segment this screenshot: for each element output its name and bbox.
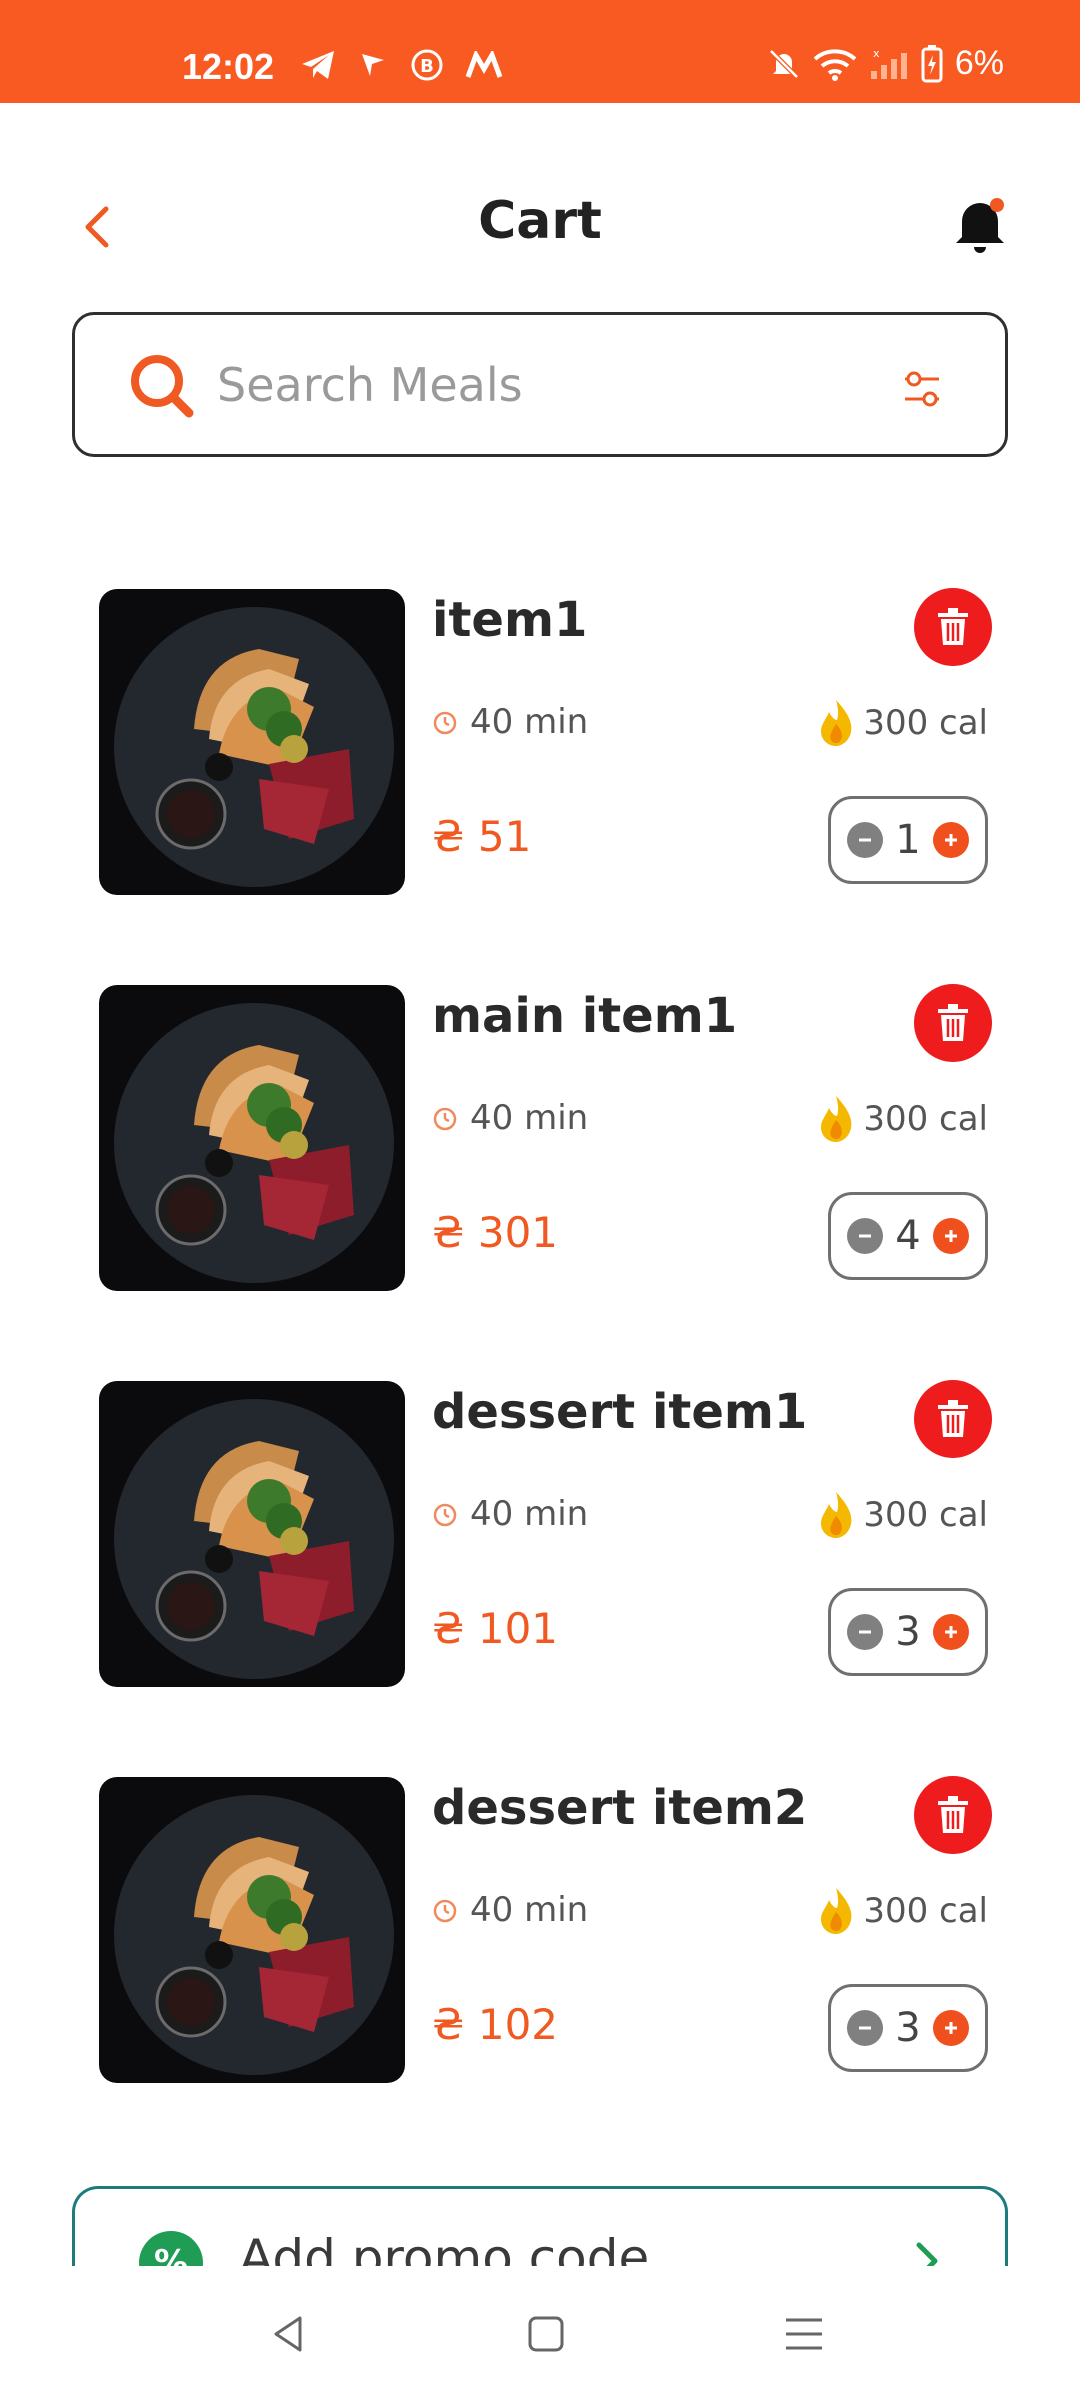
prep-time: 40 min — [432, 702, 588, 742]
prep-time: 40 min — [432, 1098, 588, 1138]
nav-home-icon[interactable] — [524, 2312, 568, 2356]
cart-item[interactable]: dessert item2 40 min 300 cal ₴ 102 3 — [0, 1768, 1080, 2164]
timer-icon — [433, 1899, 457, 1923]
delete-button[interactable] — [914, 588, 992, 666]
svg-text:B: B — [420, 56, 434, 77]
trash-icon — [938, 608, 968, 645]
signal-icon: x — [870, 47, 907, 79]
calories-text: 300 cal — [863, 703, 988, 743]
timer-icon — [433, 1107, 457, 1131]
food-image — [99, 589, 405, 895]
item-name: main item1 — [432, 988, 738, 1044]
delete-button[interactable] — [914, 1380, 992, 1458]
flame-icon — [821, 1492, 852, 1538]
trash-icon — [938, 1400, 968, 1437]
plus-icon[interactable] — [933, 822, 969, 858]
item-price: ₴ 102 — [432, 2000, 559, 2049]
calories: 300 cal — [817, 1094, 988, 1144]
food-image — [99, 1777, 405, 2083]
calories-text: 300 cal — [863, 1099, 988, 1139]
quantity-value: 3 — [895, 2005, 921, 2051]
flame-icon — [821, 1096, 852, 1142]
cart-list: item1 40 min 300 cal ₴ 51 1 main item1 4… — [0, 580, 1080, 2164]
quantity-value: 1 — [895, 817, 921, 863]
search-icon — [131, 355, 194, 418]
flame-icon — [821, 1888, 852, 1934]
item-price: ₴ 101 — [432, 1604, 559, 1653]
status-time: 12:02 — [182, 46, 275, 87]
calories: 300 cal — [817, 698, 988, 748]
cart-item[interactable]: main item1 40 min 300 cal ₴ 301 4 — [0, 976, 1080, 1372]
search-input[interactable] — [217, 345, 917, 425]
header: Cart — [0, 103, 1080, 303]
plus-icon[interactable] — [933, 1218, 969, 1254]
cart-item[interactable]: item1 40 min 300 cal ₴ 51 1 — [0, 580, 1080, 976]
plus-icon[interactable] — [933, 1614, 969, 1650]
battery-percentage: 6% — [954, 44, 1004, 82]
plus-icon[interactable] — [933, 2010, 969, 2046]
page-title: Cart — [478, 191, 602, 251]
prep-time: 40 min — [432, 1494, 588, 1534]
quantity-stepper: 3 — [828, 1984, 988, 2072]
calories: 300 cal — [817, 1886, 988, 1936]
minus-icon[interactable] — [847, 2010, 883, 2046]
quantity-stepper: 3 — [828, 1588, 988, 1676]
delete-button[interactable] — [914, 1776, 992, 1854]
minus-icon[interactable] — [847, 1614, 883, 1650]
timer-icon — [433, 711, 457, 735]
item-name: item1 — [432, 592, 588, 648]
quantity-stepper: 4 — [828, 1192, 988, 1280]
prep-time: 40 min — [432, 1890, 588, 1930]
food-image — [99, 985, 405, 1291]
prep-time-text: 40 min — [470, 1098, 589, 1138]
m-app-icon — [466, 51, 502, 78]
bell-icon[interactable] — [952, 193, 1008, 255]
filter-icon[interactable] — [901, 369, 943, 409]
bybit-icon: B — [411, 49, 443, 81]
item-price: ₴ 301 — [432, 1208, 559, 1257]
item-name: dessert item1 — [432, 1384, 808, 1440]
battery-icon — [921, 44, 943, 82]
trash-icon — [938, 1004, 968, 1041]
minus-icon[interactable] — [847, 1218, 883, 1254]
calories-text: 300 cal — [863, 1495, 988, 1535]
status-bar: 12:02 B x 6% — [0, 0, 1080, 103]
minus-icon[interactable] — [847, 822, 883, 858]
nav-menu-icon[interactable] — [782, 2312, 826, 2356]
status-system-icons: x 6% — [767, 44, 1004, 83]
flame-icon — [821, 700, 852, 746]
svg-text:x: x — [873, 47, 880, 60]
nav-back-icon[interactable] — [266, 2312, 310, 2356]
system-nav-bar — [0, 2266, 1080, 2400]
quantity-value: 3 — [895, 1609, 921, 1655]
cart-item[interactable]: dessert item1 40 min 300 cal ₴ 101 3 — [0, 1372, 1080, 1768]
search-bar[interactable] — [72, 312, 1008, 457]
wifi-icon — [813, 48, 857, 81]
bell-muted-icon — [769, 48, 799, 79]
timer-icon — [433, 1503, 457, 1527]
calories: 300 cal — [817, 1490, 988, 1540]
status-notifications: B — [300, 48, 502, 82]
delete-button[interactable] — [914, 984, 992, 1062]
prep-time-text: 40 min — [470, 702, 589, 742]
quantity-value: 4 — [895, 1213, 921, 1259]
app-notification-icon — [362, 54, 384, 76]
item-name: dessert item2 — [432, 1780, 808, 1836]
telegram-icon — [302, 51, 334, 79]
prep-time-text: 40 min — [470, 1890, 589, 1930]
quantity-stepper: 1 — [828, 796, 988, 884]
prep-time-text: 40 min — [470, 1494, 589, 1534]
trash-icon — [938, 1796, 968, 1833]
item-price: ₴ 51 — [432, 812, 532, 861]
calories-text: 300 cal — [863, 1891, 988, 1931]
food-image — [99, 1381, 405, 1687]
